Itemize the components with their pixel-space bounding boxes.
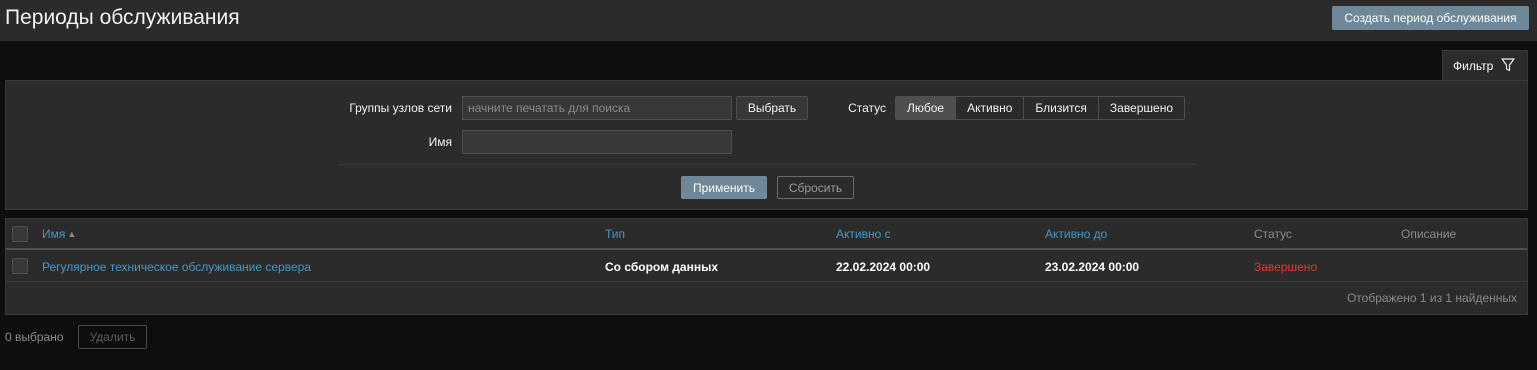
- row-checkbox[interactable]: [12, 258, 28, 274]
- active-since-value: 22.02.2024 00:00: [836, 259, 931, 274]
- filter-divider: [338, 164, 1195, 165]
- table-row: Регулярное техническое обслуживание серв…: [6, 252, 1527, 282]
- page-header: Периоды обслуживания Создать период обсл…: [0, 0, 1537, 41]
- column-active-since-header[interactable]: Активно с: [836, 219, 891, 248]
- filter-panel: Группы узлов сети Выбрать Имя Статус Люб…: [5, 80, 1528, 210]
- column-active-till-header[interactable]: Активно до: [1045, 219, 1107, 248]
- column-type-header[interactable]: Тип: [605, 219, 625, 248]
- apply-button[interactable]: Применить: [681, 176, 767, 199]
- table-footer-count: Отображено 1 из 1 найденных: [1346, 291, 1517, 305]
- create-maintenance-button[interactable]: Создать период обслуживания: [1332, 6, 1529, 30]
- status-value: Завершено: [1254, 259, 1318, 274]
- column-name-header[interactable]: Имя ▲: [42, 219, 76, 248]
- filter-tab[interactable]: Фильтр: [1442, 50, 1528, 81]
- page-title: Периоды обслуживания: [5, 6, 240, 29]
- active-till-value: 23.02.2024 00:00: [1045, 259, 1140, 274]
- selected-count: 0 выбрано: [5, 330, 64, 344]
- filter-tab-label: Фильтр: [1453, 59, 1494, 73]
- host-groups-input[interactable]: [462, 96, 732, 120]
- status-option-active[interactable]: Активно: [956, 97, 1025, 119]
- maintenance-type: Со сбором данных: [605, 259, 719, 274]
- column-name-label: Имя: [42, 226, 66, 241]
- column-description-header: Описание: [1401, 226, 1457, 241]
- delete-button[interactable]: Удалить: [78, 325, 147, 349]
- select-host-groups-button[interactable]: Выбрать: [736, 96, 808, 120]
- column-status-header: Статус: [1254, 226, 1292, 241]
- status-segmented-control: Любое Активно Близится Завершено: [895, 96, 1186, 120]
- status-option-any[interactable]: Любое: [896, 97, 957, 119]
- select-all-checkbox[interactable]: [12, 226, 28, 242]
- sort-ascending-icon: ▲: [67, 228, 77, 239]
- reset-button[interactable]: Сбросить: [777, 176, 854, 199]
- filter-icon: [1501, 57, 1515, 75]
- host-groups-label: Группы узлов сети: [349, 101, 452, 115]
- status-label: Статус: [848, 101, 886, 115]
- table-header: Имя ▲ Тип Активно с Активно до Статус Оп…: [6, 219, 1527, 250]
- name-input[interactable]: [462, 130, 732, 154]
- status-option-approaching[interactable]: Близится: [1024, 97, 1099, 119]
- maintenance-name-link[interactable]: Регулярное техническое обслуживание серв…: [42, 252, 311, 281]
- maintenance-table: Имя ▲ Тип Активно с Активно до Статус Оп…: [5, 218, 1528, 315]
- status-option-expired[interactable]: Завершено: [1098, 97, 1185, 119]
- name-label: Имя: [428, 135, 452, 149]
